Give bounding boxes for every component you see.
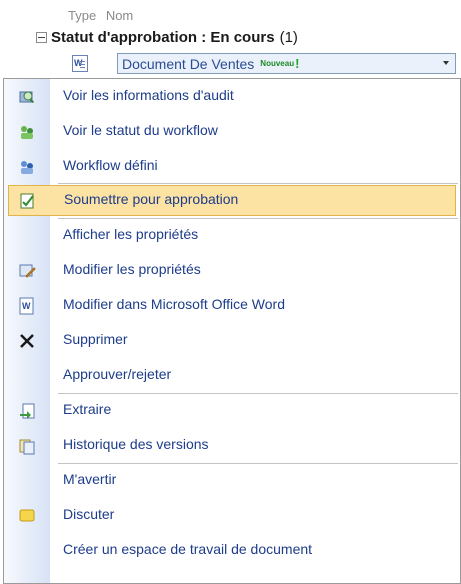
menu-item-create-workspace[interactable]: Créer un espace de travail de document bbox=[4, 535, 460, 566]
new-badge: Nouveau bbox=[260, 59, 295, 68]
context-menu: Voir les informations d'audit Voir le st… bbox=[3, 78, 461, 584]
menu-separator bbox=[58, 218, 458, 219]
delete-icon bbox=[18, 332, 36, 350]
collapse-icon[interactable] bbox=[36, 31, 47, 43]
document-title-field[interactable]: Document De Ventes Nouveau ! bbox=[117, 53, 456, 74]
version-history-icon bbox=[18, 437, 36, 455]
column-header-type[interactable]: Type bbox=[68, 8, 96, 23]
menu-separator bbox=[58, 463, 458, 464]
discuss-icon bbox=[18, 507, 36, 525]
menu-separator bbox=[58, 393, 458, 394]
word-document-icon bbox=[72, 55, 88, 72]
workflow-defined-icon bbox=[18, 158, 36, 176]
menu-item-label: Soumettre pour approbation bbox=[64, 191, 239, 207]
column-headers: Type Nom bbox=[68, 8, 139, 23]
menu-item-label: Approuver/rejeter bbox=[63, 366, 172, 382]
menu-item-label: Extraire bbox=[63, 401, 112, 417]
menu-item-checkout[interactable]: Extraire bbox=[4, 395, 460, 426]
column-header-name[interactable]: Nom bbox=[106, 8, 133, 23]
menu-item-submit-approval[interactable]: Soumettre pour approbation bbox=[8, 185, 456, 216]
menu-item-approve-reject[interactable]: Approuver/rejeter bbox=[4, 360, 460, 391]
workflow-status-icon bbox=[18, 123, 36, 141]
group-count: (1) bbox=[279, 28, 298, 46]
word-icon: W bbox=[18, 297, 36, 315]
menu-item-label: Modifier les propriétés bbox=[63, 261, 201, 277]
submit-approval-icon bbox=[19, 192, 37, 210]
menu-item-alert-me[interactable]: M'avertir bbox=[4, 465, 460, 496]
menu-item-label: Supprimer bbox=[63, 331, 128, 347]
svg-text:W: W bbox=[22, 301, 31, 311]
menu-item-label: Workflow défini bbox=[63, 157, 158, 173]
menu-separator bbox=[58, 183, 458, 184]
menu-item-workflow-status[interactable]: Voir le statut du workflow bbox=[4, 116, 460, 147]
menu-item-label: Voir le statut du workflow bbox=[63, 122, 218, 138]
new-exclamation: ! bbox=[295, 56, 300, 71]
menu-item-label: Discuter bbox=[63, 506, 115, 522]
menu-item-workflow-defined[interactable]: Workflow défini bbox=[4, 151, 460, 182]
menu-item-label: Voir les informations d'audit bbox=[63, 87, 234, 103]
checkout-icon bbox=[18, 402, 36, 420]
menu-item-label: Modifier dans Microsoft Office Word bbox=[63, 296, 286, 312]
document-title-link[interactable]: Document De Ventes bbox=[122, 56, 254, 72]
menu-item-label: Afficher les propriétés bbox=[63, 226, 199, 242]
document-row bbox=[72, 55, 88, 72]
menu-item-edit-properties[interactable]: Modifier les propriétés bbox=[4, 255, 460, 286]
edit-properties-icon bbox=[18, 262, 36, 280]
chevron-down-icon[interactable] bbox=[443, 61, 449, 65]
menu-item-delete[interactable]: Supprimer bbox=[4, 325, 460, 356]
menu-item-edit-in-word[interactable]: W Modifier dans Microsoft Office Word bbox=[4, 290, 460, 321]
menu-item-audit[interactable]: Voir les informations d'audit bbox=[4, 81, 460, 112]
menu-item-label: M'avertir bbox=[63, 471, 117, 487]
menu-item-view-properties[interactable]: Afficher les propriétés bbox=[4, 220, 460, 251]
menu-item-label: Historique des versions bbox=[63, 436, 209, 452]
audit-icon bbox=[18, 88, 36, 106]
menu-item-label: Créer un espace de travail de document bbox=[63, 541, 313, 557]
group-header: Statut d'approbation : En cours (1) bbox=[36, 27, 298, 47]
menu-item-version-history[interactable]: Historique des versions bbox=[4, 430, 460, 461]
menu-item-discuss[interactable]: Discuter bbox=[4, 500, 460, 531]
group-label: Statut d'approbation : En cours bbox=[51, 28, 275, 46]
